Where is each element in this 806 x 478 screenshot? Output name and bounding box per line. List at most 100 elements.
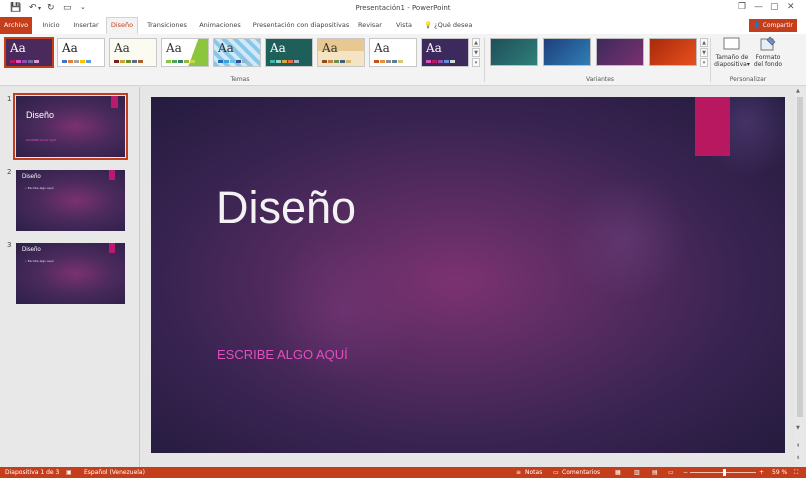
theme-label: Aa [270, 41, 286, 55]
format-background-icon [759, 36, 777, 52]
slide-canvas[interactable]: Diseño ESCRIBE ALGO AQUÍ [151, 97, 785, 453]
tab-slideshow[interactable]: Presentación con diapositivas [250, 17, 352, 34]
normal-view-icon[interactable]: ▦ [615, 469, 621, 476]
tab-file[interactable]: Archivo [0, 17, 32, 34]
scrollbar-thumb[interactable] [797, 97, 803, 417]
format-background-button[interactable]: Formato del fondo [752, 36, 784, 68]
theme-swatches [218, 60, 247, 63]
format-background-label: Formato [755, 54, 781, 61]
theme-swatches [114, 60, 143, 63]
slide-size-button[interactable]: Tamaño de diapositiva▾ [712, 36, 752, 68]
themes-scroll-down-icon[interactable]: ▼ [472, 48, 480, 57]
thumbnail-subtitle: ESCRIBE ALGO AQUÍ [26, 138, 57, 142]
maximize-icon[interactable]: ▢ [770, 2, 779, 12]
variants-more-icon[interactable]: ▾ [700, 58, 708, 67]
themes-scroll-up-icon[interactable]: ▲ [472, 38, 480, 47]
theme-thumbnail[interactable]: Aa [213, 38, 261, 67]
share-label: Compartir [762, 22, 793, 29]
pane-divider[interactable] [139, 87, 140, 467]
slide-sorter-view-icon[interactable]: ▥ [634, 469, 640, 476]
variants-scroll-up-icon[interactable]: ▲ [700, 38, 708, 47]
slide-size-icon [723, 36, 741, 52]
scroll-up-icon[interactable]: ▲ [796, 88, 800, 94]
spelling-icon[interactable]: ▣ [66, 469, 72, 476]
thumbnail-title: Diseño [22, 174, 41, 180]
comments-button[interactable]: Comentarios [562, 469, 600, 476]
next-slide-icon[interactable]: ⇟ [796, 455, 800, 461]
person-icon: 👤 [753, 22, 761, 29]
reading-view-icon[interactable]: ▤ [652, 469, 658, 476]
zoom-level[interactable]: 59 % [772, 469, 787, 476]
accent-bar [109, 243, 115, 253]
zoom-out-icon[interactable]: − [683, 469, 688, 476]
tab-review[interactable]: Revisar [355, 17, 385, 34]
window-title: Presentación1 - PowerPoint [355, 4, 451, 12]
tab-design[interactable]: Diseño [106, 17, 138, 34]
scroll-down-icon[interactable]: ▼ [796, 425, 800, 431]
slideshow-view-icon[interactable]: ▭ [668, 469, 674, 476]
theme-swatches [62, 60, 91, 63]
variants-group-label: Variantes [585, 76, 615, 83]
tab-home[interactable]: Inicio [38, 17, 64, 34]
variant-thumbnail[interactable] [596, 38, 644, 66]
slide-title[interactable]: Diseño [216, 182, 356, 234]
variant-thumbnail[interactable] [543, 38, 591, 66]
variant-thumbnail[interactable] [490, 38, 538, 66]
tab-insert[interactable]: Insertar [70, 17, 102, 34]
theme-swatches [426, 60, 455, 63]
accent-bar [111, 96, 118, 108]
thumbnail-title: Diseño [22, 247, 41, 253]
tell-me-box[interactable]: 💡 ¿Qué desea hacer? [424, 17, 494, 46]
variants-scroll-down-icon[interactable]: ▼ [700, 48, 708, 57]
notes-button[interactable]: Notas [525, 469, 542, 476]
theme-thumbnail[interactable]: Aa [317, 38, 365, 67]
slide-accent-bar[interactable] [695, 97, 730, 156]
tab-transitions[interactable]: Transiciones [144, 17, 190, 34]
lightbulb-icon: 💡 [424, 21, 433, 29]
theme-thumbnail[interactable]: Aa [265, 38, 313, 67]
theme-thumbnail[interactable]: Aa [161, 38, 209, 67]
customize-group-label: Personalizar [729, 76, 767, 83]
fit-slide-icon[interactable]: ⛶ [794, 469, 798, 477]
theme-thumbnail[interactable]: Aa [421, 38, 469, 67]
language-indicator[interactable]: Español (Venezuela) [84, 469, 145, 476]
previous-slide-icon[interactable]: ⇞ [796, 443, 800, 449]
slide-thumbnails-pane: 1 Diseño ESCRIBE ALGO AQUÍ 2 Diseño • Es… [0, 87, 139, 467]
zoom-in-icon[interactable]: + [759, 469, 764, 476]
minimize-icon[interactable]: — [754, 2, 763, 12]
theme-swatches [166, 60, 195, 63]
vertical-scrollbar[interactable]: ▲ ▼ ⇞ ⇟ [795, 87, 806, 467]
dropdown-arrow-icon: ▾ [746, 61, 750, 68]
slide-thumbnail-3[interactable]: Diseño • Escribe algo aquí [16, 243, 125, 304]
thumbnail-bullet: • Escribe algo aquí [25, 186, 54, 190]
slide-thumbnail-2[interactable]: Diseño • Escribe algo aquí [16, 170, 125, 231]
theme-thumbnail[interactable]: Aa [369, 38, 417, 67]
comments-icon[interactable]: ▭ [553, 469, 559, 476]
slide-size-label-line2: diapositiva [714, 61, 747, 68]
themes-more-icon[interactable]: ▾ [472, 58, 480, 67]
thumbnail-number: 3 [7, 241, 12, 249]
theme-thumbnail[interactable]: Aa [109, 38, 157, 67]
status-bar: Diapositiva 1 de 3 ▣ Español (Venezuela)… [0, 467, 806, 478]
slide-size-label: diapositiva▾ [712, 61, 752, 68]
theme-label: Aa [322, 41, 338, 55]
variant-thumbnail[interactable] [649, 38, 697, 66]
format-background-label-line2: del fondo [753, 61, 783, 68]
tab-view[interactable]: Vista [391, 17, 417, 34]
theme-label: Aa [166, 41, 182, 55]
slide-subtitle[interactable]: ESCRIBE ALGO AQUÍ [217, 347, 348, 362]
theme-swatches [322, 60, 351, 63]
close-icon[interactable]: ✕ [787, 2, 795, 12]
title-bar: 💾 ↶ ▾ ↻ ▭ ⌄ Presentación1 - PowerPoint ❐… [0, 0, 806, 17]
share-button[interactable]: 👤 Compartir [749, 19, 797, 32]
zoom-slider-handle[interactable] [722, 469, 726, 476]
theme-swatches [10, 60, 39, 63]
theme-thumbnail[interactable]: Aa [57, 38, 105, 67]
thumbnail-title: Diseño [26, 110, 55, 120]
ribbon-display-options-icon[interactable]: ❐ [738, 2, 746, 12]
tab-animations[interactable]: Animaciones [196, 17, 244, 34]
slide-thumbnail-1[interactable]: Diseño ESCRIBE ALGO AQUÍ [13, 93, 128, 160]
notes-icon[interactable]: ≡ [516, 469, 521, 476]
themes-group-label: Temas [230, 76, 250, 83]
theme-thumbnail[interactable]: Aa [4, 37, 54, 68]
